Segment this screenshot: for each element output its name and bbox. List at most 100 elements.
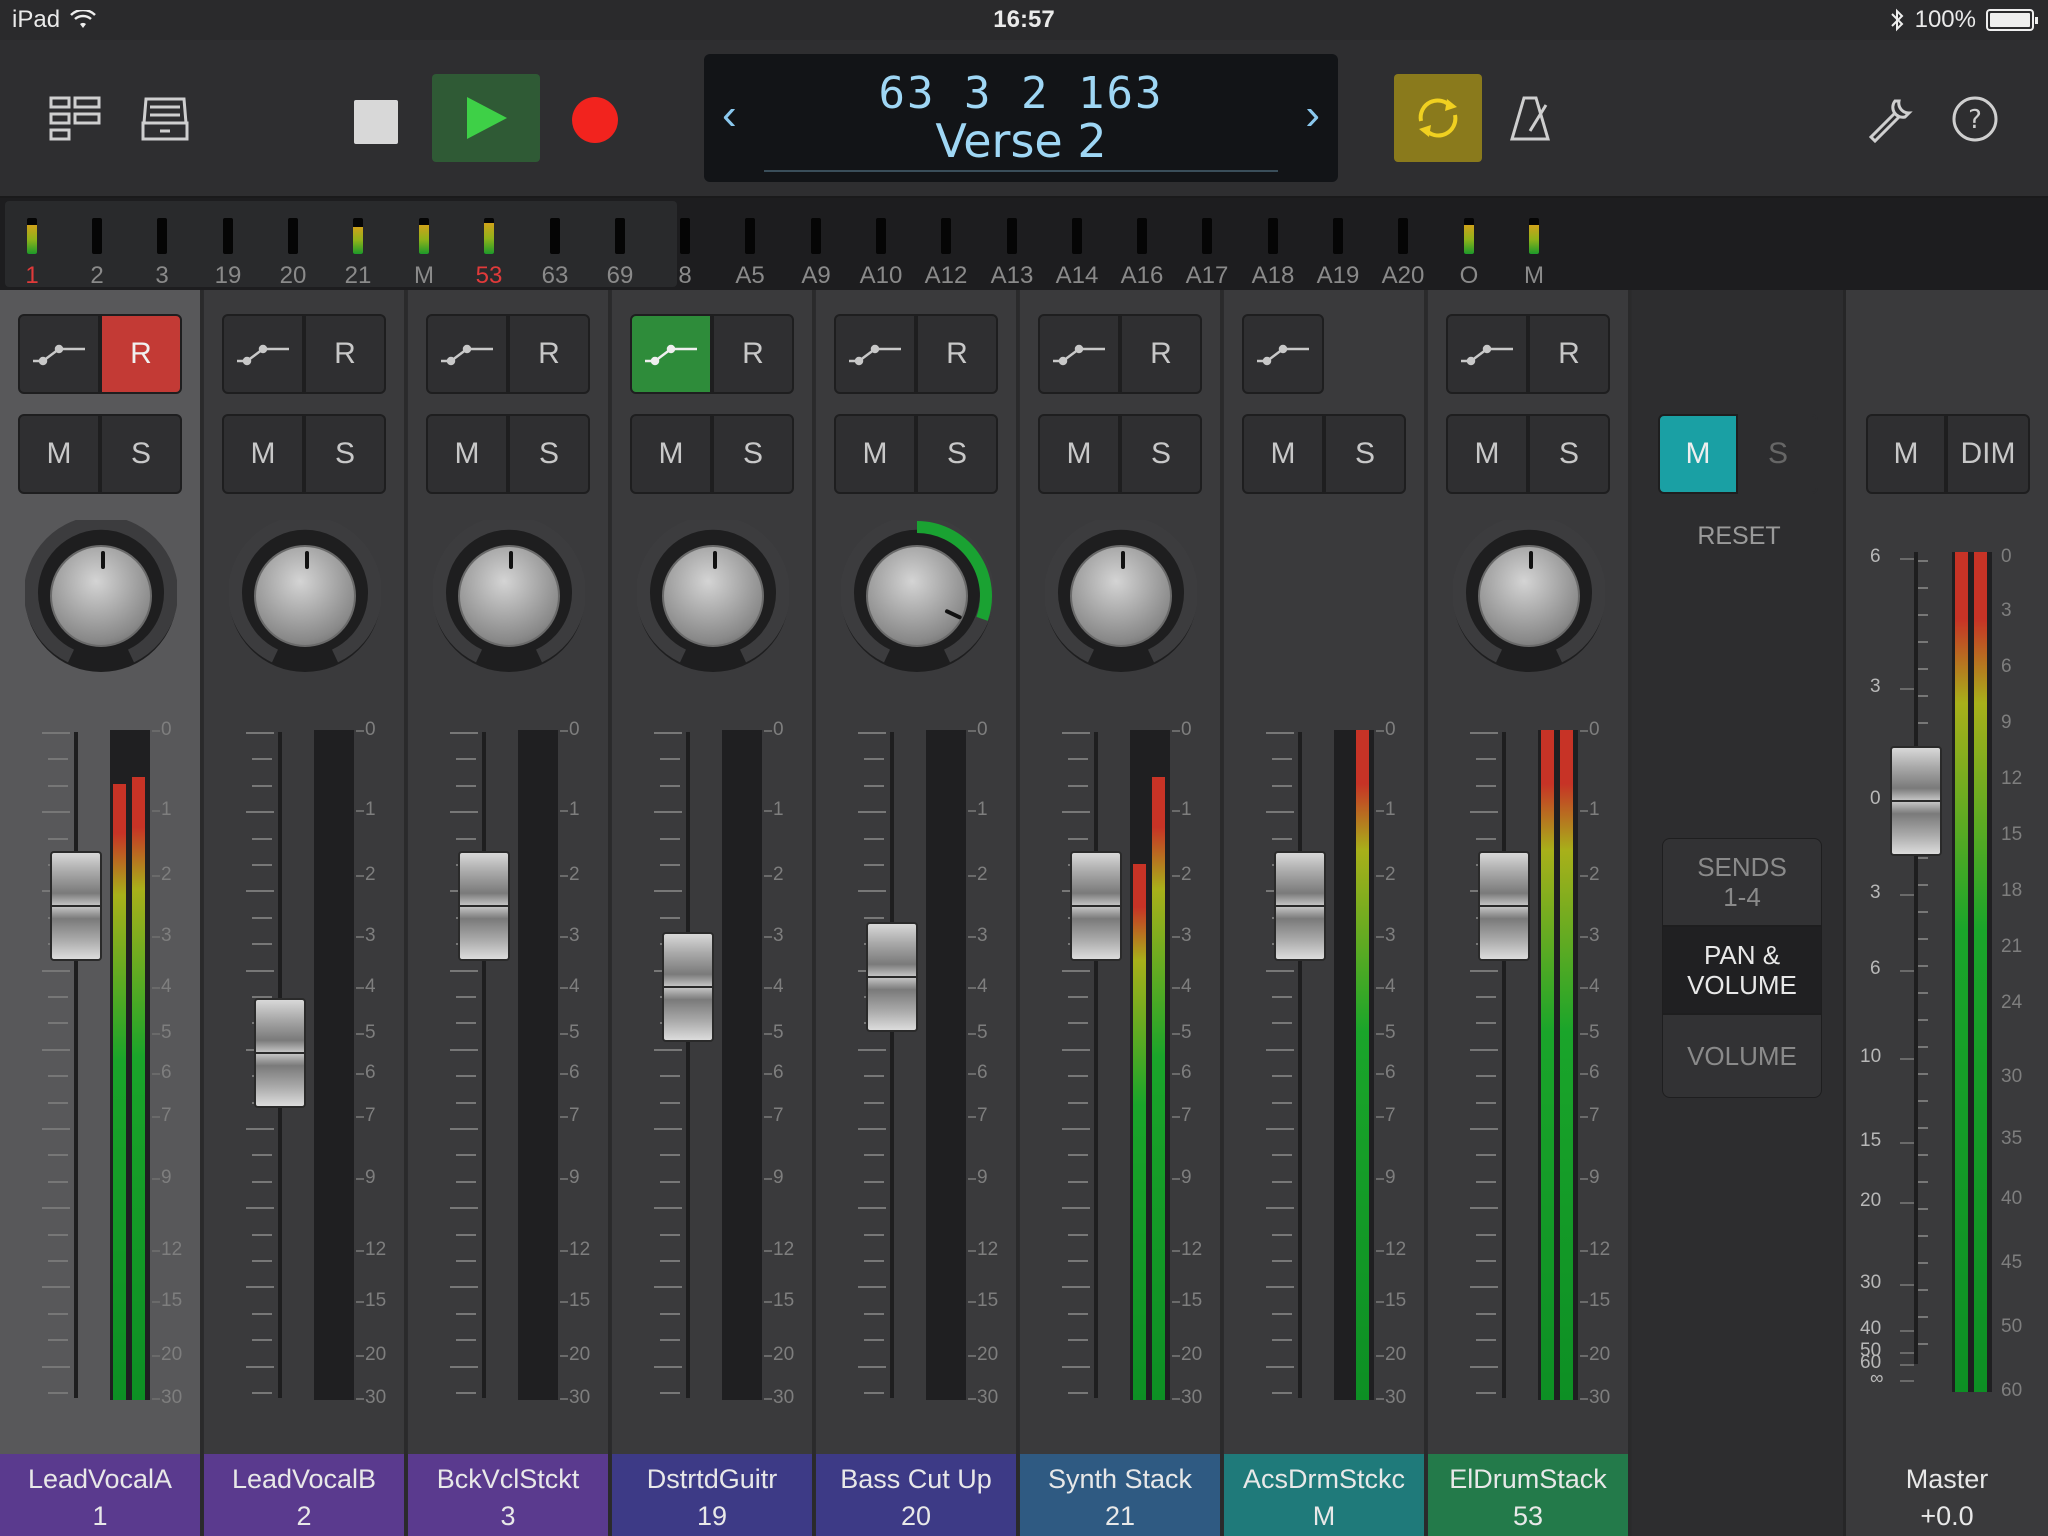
mute-button[interactable]: M [222, 414, 304, 494]
volume-fader[interactable] [50, 850, 102, 961]
channel-name-box[interactable]: BckVclStckt 3 [408, 1454, 608, 1536]
fader-tick [1068, 1180, 1088, 1183]
pan-knob[interactable] [433, 520, 585, 672]
master-dim-button[interactable]: DIM [1946, 414, 2030, 494]
record-enable-button[interactable]: R [1528, 314, 1610, 394]
master-mute-all-button[interactable]: M [1658, 414, 1738, 494]
pan-knob[interactable] [1045, 520, 1197, 672]
mute-button[interactable]: M [426, 414, 508, 494]
mute-button[interactable]: M [834, 414, 916, 494]
master-name-box[interactable]: Master +0.0 [1846, 1454, 2048, 1536]
solo-button[interactable]: S [712, 414, 794, 494]
volume-fader[interactable] [254, 998, 306, 1109]
help-icon[interactable]: ? [1940, 84, 2010, 154]
mute-button[interactable]: M [630, 414, 712, 494]
pan-knob[interactable] [841, 520, 993, 672]
fader-tick [654, 1286, 682, 1289]
solo-button[interactable]: S [508, 414, 590, 494]
scale-tick [1376, 809, 1384, 812]
volume-tab[interactable]: VOLUME [1662, 1014, 1822, 1098]
channel-name-box[interactable]: DstrtdGuitr 19 [612, 1454, 812, 1536]
fader-tick [48, 1154, 68, 1157]
channel-name-box[interactable]: AcsDrmStckc M [1224, 1454, 1424, 1536]
fader-track [686, 732, 690, 1398]
mute-button[interactable]: M [18, 414, 100, 494]
scale-tick [764, 1178, 772, 1181]
channel-name-box[interactable]: LeadVocalB 2 [204, 1454, 404, 1536]
volume-fader[interactable] [662, 931, 714, 1042]
master-db-label: 24 [2001, 992, 2023, 1013]
master-solo-all-button[interactable]: S [1738, 414, 1818, 494]
automation-button[interactable] [1038, 314, 1120, 394]
lcd-next-icon[interactable]: › [1305, 90, 1320, 140]
scale-tick [1172, 1073, 1180, 1076]
meter-cell[interactable]: M [1493, 198, 1575, 290]
pan-knob[interactable] [1453, 520, 1605, 672]
scale-tick [560, 1073, 568, 1076]
automation-button[interactable] [426, 314, 508, 394]
record-enable-button[interactable]: R [916, 314, 998, 394]
channel-name-box[interactable]: Bass Cut Up 20 [816, 1454, 1016, 1536]
automation-button[interactable] [18, 314, 100, 394]
record-enable-button[interactable]: R [304, 314, 386, 394]
fader-tick [660, 1260, 680, 1262]
pan-knob[interactable] [229, 520, 381, 672]
automation-button[interactable] [1446, 314, 1528, 394]
pan-knob[interactable] [637, 520, 789, 672]
master-meter-channel [1974, 552, 1987, 1392]
master-mute-button[interactable]: M [1866, 414, 1946, 494]
pan-volume-tab[interactable]: PAN & VOLUME [1662, 926, 1822, 1014]
channel-number: 3 [500, 1501, 516, 1531]
cycle-button[interactable] [1394, 74, 1482, 162]
automation-button[interactable] [1242, 314, 1324, 394]
automation-button[interactable] [630, 314, 712, 394]
scale-tick [1376, 1178, 1384, 1181]
sends-1-4-tab[interactable]: SENDS 1-4 [1662, 838, 1822, 926]
record-enable-button[interactable]: R [100, 314, 182, 394]
solo-button[interactable]: S [1528, 414, 1610, 494]
scale-tick [968, 1178, 976, 1181]
record-enable-button[interactable]: R [1120, 314, 1202, 394]
automation-button[interactable] [834, 314, 916, 394]
mute-button[interactable]: M [1242, 414, 1324, 494]
volume-fader[interactable] [458, 850, 510, 961]
channel-name-box[interactable]: ElDrumStack 53 [1428, 1454, 1628, 1536]
scale-label: 15 [365, 1289, 387, 1311]
mute-button[interactable]: M [1038, 414, 1120, 494]
views-icon[interactable] [40, 84, 110, 154]
master-fader-tick [1918, 1019, 1928, 1021]
browser-icon[interactable] [130, 84, 200, 154]
volume-fader[interactable] [1070, 850, 1122, 961]
automation-button[interactable] [222, 314, 304, 394]
scale-tick [1172, 1355, 1180, 1358]
solo-button[interactable]: S [100, 414, 182, 494]
channel-name-box[interactable]: Synth Stack 21 [1020, 1454, 1220, 1536]
volume-fader[interactable] [1274, 850, 1326, 961]
stop-button[interactable] [354, 100, 398, 144]
channel-name-box[interactable]: LeadVocalA 1 [0, 1454, 200, 1536]
volume-fader[interactable] [866, 921, 918, 1032]
fader-tick [450, 969, 478, 972]
channel-meter-bar[interactable]: 1 2 3 19 20 21 M 53 63 69 8 A5 A9 A10 A12 A13 A14 A16 A17 A… [0, 198, 2048, 290]
record-button[interactable] [572, 97, 618, 143]
solo-button[interactable]: S [1324, 414, 1406, 494]
pan-knob[interactable] [25, 520, 177, 672]
reset-button[interactable]: RESET [1632, 522, 1846, 551]
fader-tick [42, 811, 70, 814]
lcd-display[interactable]: ‹ 63 3 2 163 Verse 2 › [704, 54, 1338, 182]
fader-tick [1470, 969, 1498, 972]
record-enable-button[interactable]: R [712, 314, 794, 394]
solo-button[interactable]: S [916, 414, 998, 494]
scale-label: 30 [977, 1387, 999, 1408]
record-enable-button[interactable]: R [508, 314, 590, 394]
master-scale-tick [1900, 1284, 1914, 1286]
scale-tick [1172, 936, 1180, 939]
solo-button[interactable]: S [1120, 414, 1202, 494]
solo-button[interactable]: S [304, 414, 386, 494]
master-volume-fader[interactable] [1890, 746, 1942, 856]
play-button[interactable] [432, 74, 540, 162]
metronome-icon[interactable] [1500, 84, 1560, 154]
volume-fader[interactable] [1478, 850, 1530, 961]
mute-button[interactable]: M [1446, 414, 1528, 494]
wrench-icon[interactable] [1854, 84, 1924, 154]
